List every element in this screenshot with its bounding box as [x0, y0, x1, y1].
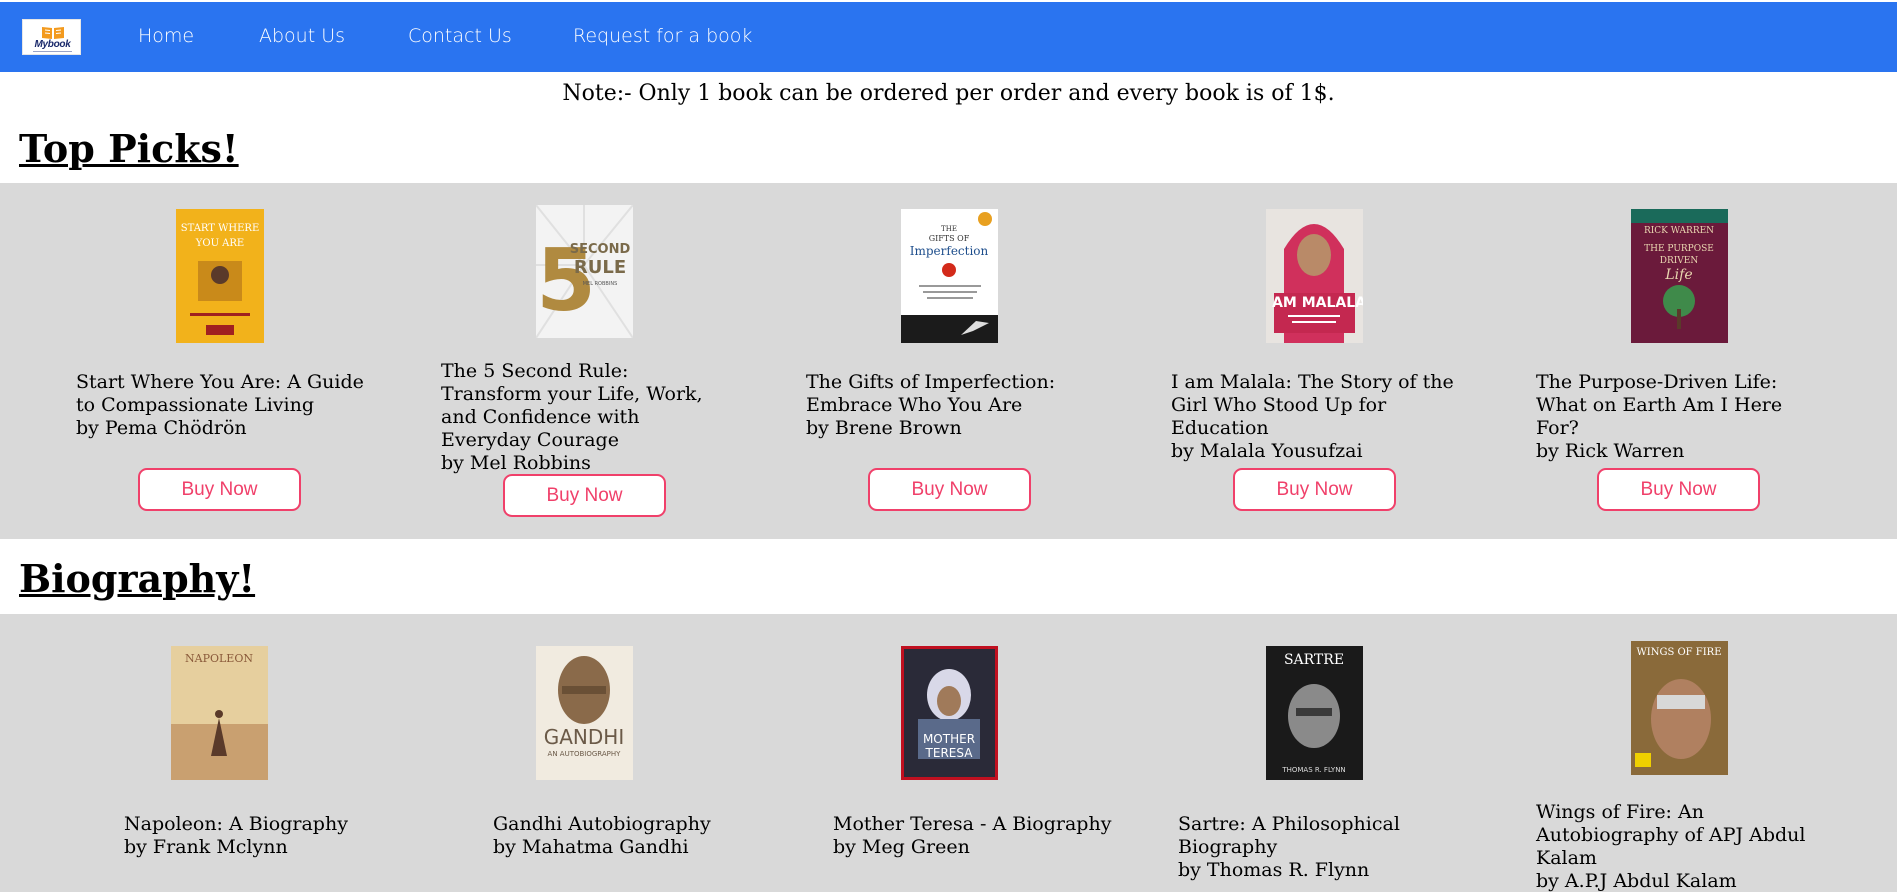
section-title-biography: Biography!	[19, 556, 256, 601]
book-title[interactable]: Gandhi Autobiography	[493, 813, 783, 836]
svg-text:WINGS OF FIRE: WINGS OF FIRE	[1636, 647, 1721, 658]
mybook-logo[interactable]: Mybook	[22, 19, 81, 55]
svg-text:SECOND: SECOND	[570, 242, 631, 257]
svg-text:MEL ROBBINS: MEL ROBBINS	[583, 281, 618, 287]
section-title-top-picks: Top Picks!	[19, 126, 239, 171]
book-cover[interactable]: SARTRE THOMAS R. FLYNN	[1266, 646, 1363, 780]
book-cover-image: RICK WARREN THE PURPOSE DRIVEN Life	[1631, 209, 1728, 343]
svg-text:I AM MALALA: I AM MALALA	[1266, 295, 1363, 311]
book-card: NAPOLEON Napoleon: A Biography by Frank …	[124, 614, 424, 892]
nav-home[interactable]: Home	[138, 25, 194, 47]
book-title[interactable]: Wings of Fire: An Autobiography of APJ A…	[1536, 801, 1826, 870]
book-card: RICK WARREN THE PURPOSE DRIVEN Life The …	[1536, 183, 1836, 539]
book-cover-image: NAPOLEON	[171, 646, 268, 780]
book-title[interactable]: The Purpose-Driven Life: What on Earth A…	[1536, 371, 1826, 440]
logo-text: Mybook	[34, 39, 71, 50]
svg-text:YOU ARE: YOU ARE	[195, 238, 244, 249]
nav-about-us[interactable]: About Us	[259, 25, 345, 47]
book-card: 5 SECOND RULE MEL ROBBINS The 5 Second R…	[441, 183, 741, 539]
buy-now-button[interactable]: Buy Now	[868, 468, 1031, 511]
buy-now-button[interactable]: Buy Now	[138, 468, 301, 511]
book-card: GANDHI AN AUTOBIOGRAPHY Gandhi Autobiogr…	[493, 614, 793, 892]
book-title[interactable]: Napoleon: A Biography	[124, 813, 414, 836]
top-picks-band: START WHERE YOU ARE Start Where You Are:…	[0, 183, 1897, 539]
book-title[interactable]: The Gifts of Imperfection: Embrace Who Y…	[806, 371, 1096, 417]
book-cover-image: START WHERE YOU ARE	[176, 209, 264, 343]
book-card: WINGS OF FIRE Wings of Fire: An Autobiog…	[1536, 614, 1836, 892]
buy-now-button[interactable]: Buy Now	[1597, 468, 1760, 511]
book-cover[interactable]: GANDHI AN AUTOBIOGRAPHY	[536, 646, 633, 780]
book-author: by Rick Warren	[1536, 440, 1685, 462]
svg-text:DRIVEN: DRIVEN	[1660, 256, 1699, 266]
book-author: by Malala Yousufzai	[1171, 440, 1363, 462]
svg-text:AN AUTOBIOGRAPHY: AN AUTOBIOGRAPHY	[548, 750, 622, 758]
book-logo-icon	[42, 27, 64, 39]
book-title[interactable]: I am Malala: The Story of the Girl Who S…	[1171, 371, 1461, 440]
book-author: by Thomas R. Flynn	[1178, 859, 1370, 881]
book-card: THE GIFTS OF Imperfection The Gifts of I…	[806, 183, 1106, 539]
book-cover-image: SARTRE THOMAS R. FLYNN	[1266, 646, 1363, 780]
nav-request-book[interactable]: Request for a book	[573, 25, 752, 47]
svg-text:THE PURPOSE: THE PURPOSE	[1644, 244, 1714, 254]
book-cover[interactable]: THE GIFTS OF Imperfection	[901, 209, 998, 343]
book-cover[interactable]: WINGS OF FIRE	[1631, 641, 1728, 775]
svg-text:THE: THE	[941, 225, 957, 233]
svg-text:RICK WARREN: RICK WARREN	[1644, 226, 1714, 236]
order-note: Note:- Only 1 book can be ordered per or…	[562, 81, 1335, 106]
biography-band: NAPOLEON Napoleon: A Biography by Frank …	[0, 614, 1897, 892]
svg-text:NAPOLEON: NAPOLEON	[185, 652, 253, 665]
svg-text:START WHERE: START WHERE	[181, 223, 260, 234]
nav-contact-us[interactable]: Contact Us	[408, 25, 512, 47]
book-title[interactable]: Mother Teresa - A Biography	[833, 813, 1123, 836]
book-author: by A.P.J Abdul Kalam	[1536, 870, 1737, 892]
book-cover-image: I AM MALALA	[1266, 209, 1363, 343]
book-cover-image: 5 SECOND RULE MEL ROBBINS	[536, 205, 633, 338]
logo-underline	[33, 51, 72, 52]
book-author: by Mahatma Gandhi	[493, 836, 689, 858]
book-cover-image: WINGS OF FIRE	[1631, 641, 1728, 775]
buy-now-button[interactable]: Buy Now	[1233, 468, 1396, 511]
svg-text:GANDHI: GANDHI	[544, 725, 624, 749]
book-cover[interactable]: RICK WARREN THE PURPOSE DRIVEN Life	[1631, 209, 1728, 343]
book-author: by Mel Robbins	[441, 452, 591, 474]
book-cover[interactable]: 5 SECOND RULE MEL ROBBINS	[536, 205, 633, 338]
svg-text:Life: Life	[1664, 267, 1692, 283]
buy-now-button[interactable]: Buy Now	[503, 474, 666, 517]
book-author: by Frank Mclynn	[124, 836, 288, 858]
svg-text:RULE: RULE	[574, 257, 626, 278]
svg-text:TERESA: TERESA	[925, 746, 974, 760]
svg-text:GIFTS OF: GIFTS OF	[929, 234, 970, 243]
book-author: by Meg Green	[833, 836, 970, 858]
svg-text:MOTHER: MOTHER	[923, 732, 975, 746]
book-card: SARTRE THOMAS R. FLYNN Sartre: A Philoso…	[1178, 614, 1478, 892]
book-card: I AM MALALA I am Malala: The Story of th…	[1171, 183, 1471, 539]
book-title[interactable]: Start Where You Are: A Guide to Compassi…	[76, 371, 366, 417]
svg-text:SARTRE: SARTRE	[1284, 652, 1344, 668]
book-title[interactable]: The 5 Second Rule: Transform your Life, …	[441, 360, 731, 452]
book-title[interactable]: Sartre: A Philosophical Biography	[1178, 813, 1468, 859]
book-author: by Pema Chödrön	[76, 417, 247, 439]
book-cover-image: THE GIFTS OF Imperfection	[901, 209, 998, 343]
svg-text:THOMAS R. FLYNN: THOMAS R. FLYNN	[1281, 766, 1345, 774]
book-cover-image: MOTHER TERESA	[904, 649, 995, 777]
book-card: START WHERE YOU ARE Start Where You Are:…	[76, 183, 376, 539]
book-cover[interactable]: NAPOLEON	[171, 646, 268, 780]
svg-text:Imperfection: Imperfection	[910, 244, 989, 258]
book-cover[interactable]: MOTHER TERESA	[901, 646, 998, 780]
book-author: by Brene Brown	[806, 417, 962, 439]
book-card: MOTHER TERESA Mother Teresa - A Biograph…	[833, 614, 1133, 892]
book-cover[interactable]: I AM MALALA	[1266, 209, 1363, 343]
book-cover[interactable]: START WHERE YOU ARE	[176, 209, 264, 343]
book-cover-image: GANDHI AN AUTOBIOGRAPHY	[536, 646, 633, 780]
navbar: Mybook Home About Us Contact Us Request …	[0, 2, 1897, 72]
